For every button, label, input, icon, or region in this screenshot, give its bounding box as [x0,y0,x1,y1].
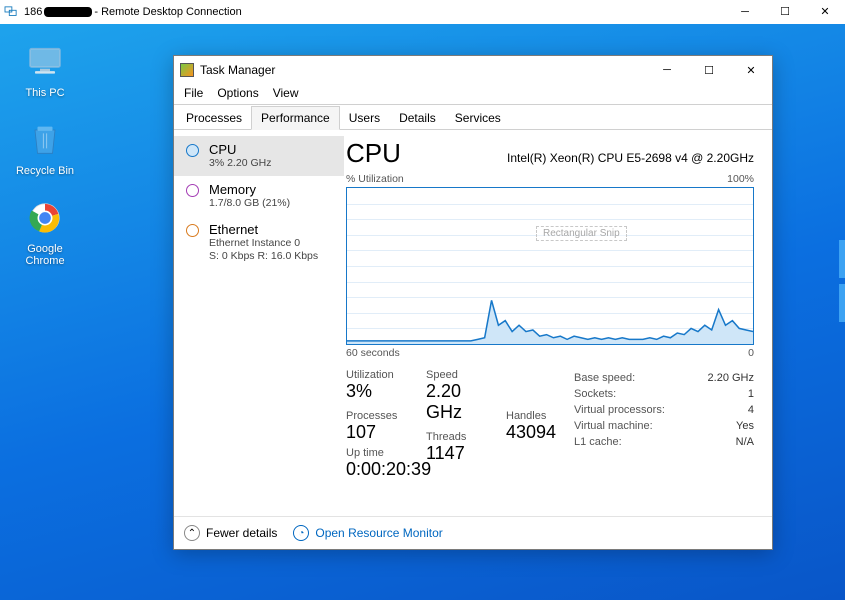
tm-minimize-button[interactable]: ─ [646,56,688,84]
tm-menubar: File Options View [174,84,772,104]
desktop-icon-label: Google Chrome [10,243,80,267]
tm-tabs: Processes Performance Users Details Serv… [174,105,772,130]
sidebar-item-ethernet[interactable]: EthernetEthernet Instance 0 S: 0 Kbps R:… [174,216,344,269]
tab-performance[interactable]: Performance [251,106,340,130]
task-manager-window: Task Manager ─ ☐ ✕ File Options View Pro… [173,55,773,550]
rectangular-snip-overlay: Rectangular Snip [536,226,627,241]
pc-icon [25,44,65,80]
sidebar-item-sub: Ethernet Instance 0 S: 0 Kbps R: 16.0 Kb… [209,237,318,263]
rdc-maximize-button[interactable]: ☐ [765,0,805,24]
stat-label: Up time [346,447,418,459]
desktop-icon-label: This PC [10,87,80,99]
recycle-bin-icon [25,122,65,158]
task-manager-title: Task Manager [200,63,275,77]
desktop-icon-label: Recycle Bin [10,165,80,177]
sidebar-item-cpu[interactable]: CPU3% 2.20 GHz [174,136,344,176]
tab-services[interactable]: Services [445,106,511,130]
open-resource-monitor-link[interactable]: ◔ Open Resource Monitor [293,525,442,541]
menu-options[interactable]: Options [217,86,258,100]
cpu-description: Intel(R) Xeon(R) CPU E5-2698 v4 @ 2.20GH… [507,151,754,165]
tab-processes[interactable]: Processes [176,106,252,130]
chrome-icon [25,200,65,236]
edge-accent [839,240,845,278]
desktop-icon-this-pc[interactable]: This PC [10,44,80,99]
open-resource-monitor-label: Open Resource Monitor [315,526,442,540]
cpu-utilization-chart [346,187,754,345]
tm-main-pane: CPU Intel(R) Xeon(R) CPU E5-2698 v4 @ 2.… [344,130,772,516]
remote-desktop[interactable]: This PC Recycle Bin Google Chrome Task M… [0,24,845,600]
stat-value-processes: 107 [346,422,418,443]
rdc-icon [4,6,18,18]
resource-monitor-icon: ◔ [293,525,309,541]
stat-label: Handles [506,410,566,422]
sidebar-item-memory[interactable]: Memory1.7/8.0 GB (21%) [174,176,344,216]
chart-line [347,188,753,344]
task-manager-icon [180,63,194,77]
stat-value-speed: 2.20 GHz [426,381,498,423]
stat-label: Processes [346,410,418,422]
sidebar-item-title: Ethernet [209,222,318,237]
tab-details[interactable]: Details [389,106,446,130]
chart-label-br: 0 [748,347,754,359]
menu-file[interactable]: File [184,86,203,100]
tab-users[interactable]: Users [339,106,390,130]
sidebar-item-sub: 3% 2.20 GHz [209,157,271,170]
rdc-close-button[interactable]: ✕ [805,0,845,24]
tm-sidebar: CPU3% 2.20 GHz Memory1.7/8.0 GB (21%) Et… [174,130,344,516]
stat-value-utilization: 3% [346,381,418,402]
menu-view[interactable]: View [273,86,299,100]
tm-footer: ⌃ Fewer details ◔ Open Resource Monitor [174,516,772,549]
sidebar-item-title: Memory [209,182,290,197]
rdc-title-suffix: - Remote Desktop Connection [94,6,241,18]
stat-label: Threads [426,431,498,443]
rdc-title-redacted [44,7,92,17]
task-manager-titlebar[interactable]: Task Manager ─ ☐ ✕ [174,56,772,84]
chart-label-tr: 100% [727,173,754,185]
desktop-icon-chrome[interactable]: Google Chrome [10,200,80,267]
tm-close-button[interactable]: ✕ [730,56,772,84]
chevron-up-icon: ⌃ [184,525,200,541]
chart-label-bl: 60 seconds [346,347,400,359]
cpu-details-table: Base speed:2.20 GHz Sockets:1 Virtual pr… [574,371,754,484]
page-title: CPU [346,138,401,169]
rdc-minimize-button[interactable]: ─ [725,0,765,24]
rdc-title-prefix: 186 [24,6,42,18]
edge-accent [839,284,845,322]
fewer-details-button[interactable]: ⌃ Fewer details [184,525,277,541]
chart-label-tl: % Utilization [346,173,404,185]
tm-maximize-button[interactable]: ☐ [688,56,730,84]
sidebar-item-sub: 1.7/8.0 GB (21%) [209,197,290,210]
stat-label: Utilization [346,369,418,381]
fewer-details-label: Fewer details [206,526,277,540]
stat-value-threads: 1147 [426,443,498,464]
stat-value-handles: 43094 [506,422,566,443]
stat-label: Speed [426,369,498,381]
rdc-titlebar: 186 - Remote Desktop Connection ─ ☐ ✕ [0,0,845,24]
sidebar-item-title: CPU [209,142,271,157]
desktop-icon-recycle-bin[interactable]: Recycle Bin [10,122,80,177]
